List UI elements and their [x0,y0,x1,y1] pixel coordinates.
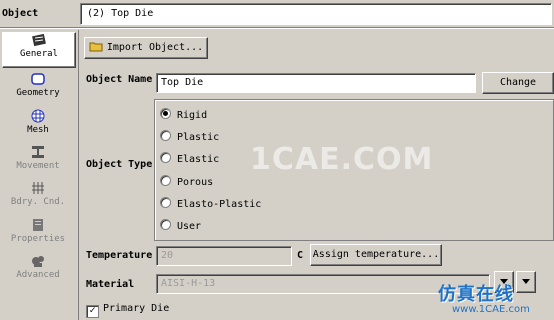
object-selector[interactable]: (2) Top Die [80,3,552,25]
import-object-button[interactable]: Import Object... [84,37,208,59]
sidebar-item-advanced[interactable]: Advanced [0,254,76,280]
advanced-icon [0,254,76,268]
sidebar-item-properties[interactable]: Properties [0,218,76,244]
import-object-label: Import Object... [106,42,204,53]
movement-icon [0,145,76,159]
radio-label: Plastic [177,132,220,143]
radio-button-selected[interactable] [160,108,171,119]
object-selector-value: (2) Top Die [87,8,154,19]
watermark-brand-text: 仿真在线 [438,284,514,305]
sidebar-item-label: Bdry. Cnd. [10,197,66,207]
general-icon [3,33,75,47]
change-label: Change [499,77,537,88]
material-value: AISI-H-13 [161,278,216,289]
radio-label: Rigid [177,110,208,121]
sidebar-item-geometry[interactable]: Geometry [0,72,76,98]
sidebar-item-label: Properties [10,234,66,244]
sidebar-item-label: Mesh [27,125,49,135]
primary-die-checkbox-row[interactable]: ✓ Primary Die [86,303,169,318]
radio-label: Porous [177,177,214,188]
sidebar-item-label: Geometry [16,88,60,98]
radio-button[interactable] [160,130,171,141]
temperature-value: 20 [161,250,174,261]
sidebar: General Geometry Mesh Movement Bdry. Cnd… [0,30,79,320]
temperature-label: Temperature [86,250,153,261]
radio-user[interactable]: User [160,219,201,232]
radio-button[interactable] [160,175,171,186]
radio-elastic[interactable]: Elastic [160,152,219,165]
sidebar-item-label: General [20,49,58,59]
radio-button[interactable] [160,219,171,230]
radio-plastic[interactable]: Plastic [160,130,219,143]
sidebar-item-label: Movement [16,161,60,171]
radio-rigid[interactable]: Rigid [160,108,207,121]
temperature-unit: C [297,250,304,261]
geometry-icon [0,72,76,86]
assign-temperature-button[interactable]: Assign temperature... [310,244,442,266]
temperature-input[interactable]: 20 [156,246,292,266]
radio-label: User [177,221,202,232]
radio-porous[interactable]: Porous [160,175,213,188]
radio-label: Elastic [177,154,220,165]
radio-button[interactable] [160,197,171,208]
mesh-icon [0,109,76,123]
sidebar-item-general[interactable]: General [2,32,76,68]
sidebar-item-mesh[interactable]: Mesh [0,109,76,135]
object-type-label: Object Type [86,159,153,170]
object-name-label: Object Name [86,74,153,85]
object-name-value: Top Die [161,77,204,88]
material-label: Material [86,279,135,290]
primary-die-checkbox[interactable]: ✓ [86,305,99,318]
radio-elasto-plastic[interactable]: Elasto-Plastic [160,197,261,210]
header-divider [0,27,554,29]
object-name-input[interactable]: Top Die [156,73,476,93]
properties-icon [0,218,76,232]
boundary-condition-icon [0,181,76,195]
sidebar-item-label: Advanced [16,270,60,280]
folder-icon [89,40,103,60]
assign-temperature-label: Assign temperature... [312,249,440,260]
sidebar-item-movement[interactable]: Movement [0,145,76,171]
watermark-url: www.1CAE.com [452,304,530,315]
change-button[interactable]: Change [482,72,554,94]
object-label: Object [2,8,39,19]
watermark-text: 1CAE.COM [250,142,434,177]
primary-die-label: Primary Die [103,303,170,314]
radio-label: Elasto-Plastic [177,199,262,210]
radio-button[interactable] [160,152,171,163]
sidebar-item-boundary[interactable]: Bdry. Cnd. [0,181,76,207]
watermark-brand: 仿真在线 www.1CAE.com [432,278,552,318]
